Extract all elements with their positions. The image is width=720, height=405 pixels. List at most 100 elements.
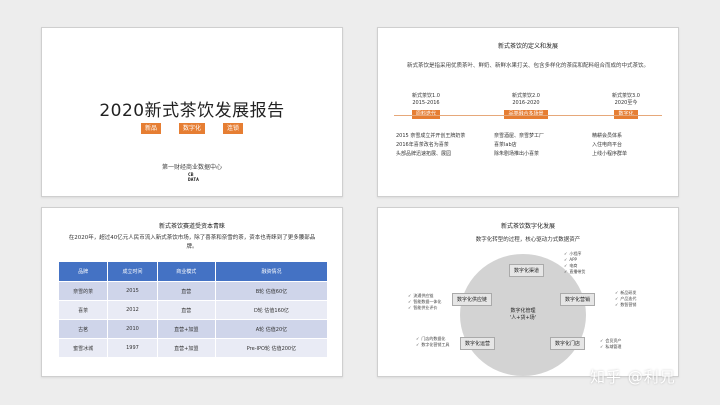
slide-title: 新式茶饮赛道受资本青睐 <box>158 223 225 230</box>
note-item: APP <box>569 257 577 262</box>
publisher-name: 第一财经商业数据中心 <box>161 164 222 171</box>
feature-item: 除朱剧场推出小喜茶 <box>494 151 540 157</box>
tag-row: 新品 数字化 连锁 <box>42 123 342 134</box>
cell-brand: 奈雪的茶 <box>57 281 109 301</box>
check-icon: ✓ <box>408 293 412 298</box>
capital-text: 在2020年，超过40亿元人民币流入新式茶饮市场，除了喜茶和奈雪的茶，资本也青睐… <box>68 235 316 250</box>
check-icon: ✓ <box>615 302 619 307</box>
note-item: 数智营销 <box>620 302 637 307</box>
note-item: 会员资产 <box>605 338 622 343</box>
node-supply-chain: 数字化供应链 <box>452 293 493 306</box>
version-years: 2020至今 <box>614 100 638 106</box>
check-icon: ✓ <box>615 290 619 295</box>
table-row: 奈雪的茶 2015 直营 B轮 估值60亿 <box>57 281 329 301</box>
digital-subtitle: 数字化转型的过程，核心驱动力式数据资产 <box>475 237 581 243</box>
cell-model: 直营 <box>156 300 216 320</box>
report-title: 2020新式茶饮发展报告 <box>99 101 285 121</box>
check-icon: ✓ <box>564 263 568 268</box>
center-line-2: '人+货+场' <box>509 315 537 321</box>
cell-funding: A轮 估值20亿 <box>214 319 329 339</box>
note-item: 流通供应链 <box>413 293 434 298</box>
logo-line-2: DATA <box>188 178 199 183</box>
features-col-3: 精耕会员体系 入住电商平台 上线小程序群单 <box>592 132 627 159</box>
check-icon: ✓ <box>600 344 604 349</box>
check-icon: ✓ <box>408 305 412 310</box>
notes-marketing: ✓ 新品研发 ✓ 产品迭代 ✓ 数智营销 <box>615 290 636 308</box>
slide-capital[interactable]: 新式茶饮赛道受资本青睐 在2020年，超过40亿元人民币流入新式茶饮市场，除了喜… <box>41 207 343 377</box>
check-icon: ✓ <box>564 257 568 262</box>
col-funding: 融资情况 <box>214 261 329 282</box>
cell-founded: 2015 <box>107 281 158 301</box>
slide-title: 新式茶饮的定义和发展 <box>497 43 558 50</box>
notes-operation: ✓ 门店的数据化 ✓ 数字化营销工具 <box>416 336 449 348</box>
version-label: 新式茶饮2.0 <box>512 93 540 99</box>
note-item: 智能供业评价 <box>413 305 438 310</box>
features-col-2: 奈雪酒屋、奈雪梦工厂 喜茶lab店 除朱剧场推出小喜茶 <box>494 132 544 159</box>
cell-funding: B轮 估值60亿 <box>214 281 329 301</box>
cell-brand: 喜茶 <box>57 300 109 320</box>
check-icon: ✓ <box>564 269 568 274</box>
table-row: 蜜雪冰城 1997 直营+加盟 Pre-IPO轮 估值200亿 <box>57 338 329 358</box>
check-icon: ✓ <box>416 342 420 347</box>
feature-item: 奈雪酒屋、奈雪梦工厂 <box>494 133 545 139</box>
feature-item: 入住电商平台 <box>592 142 623 148</box>
cell-brand: 古茗 <box>57 319 109 339</box>
brand-table: 品牌 成立时间 商业模式 融资情况 奈雪的茶 2015 直营 B轮 估值60亿 … <box>57 261 329 358</box>
center-line-1: 数字化管理 <box>510 308 536 314</box>
cell-founded: 2010 <box>107 319 158 339</box>
feature-item: 头部品牌迅速拓展、展园 <box>396 151 452 157</box>
version-label: 新式茶饮1.0 <box>412 93 440 99</box>
slide-cover[interactable]: 2020新式茶饮发展报告 新品 数字化 连锁 第一财经商业数据中心 CB DAT… <box>41 27 343 197</box>
notes-store: ✓ 会员资产 ✓ 私域管理 <box>600 338 621 350</box>
feature-item: 上线小程序群单 <box>592 151 628 157</box>
notes-channel: ✓ 小程序 ✓ APP ✓ 电商 ✓ 直播带货 <box>564 251 585 275</box>
note-item: 产品迭代 <box>620 296 637 301</box>
cbndata-logo: CB DATA <box>188 173 208 185</box>
node-store: 数字化门店 <box>550 337 586 350</box>
check-icon: ✓ <box>564 251 568 256</box>
feature-item: 精耕会员体系 <box>592 133 623 139</box>
note-item: 新品研发 <box>620 290 637 295</box>
check-icon: ✓ <box>615 296 619 301</box>
cell-funding: Pre-IPO轮 估值200亿 <box>214 338 329 358</box>
note-item: 直播带货 <box>569 269 586 274</box>
node-channel: 数字化渠道 <box>509 264 545 277</box>
node-marketing: 数字化营销 <box>560 293 596 306</box>
table-header-row: 品牌 成立时间 商业模式 融资情况 <box>57 261 329 282</box>
table-row: 喜茶 2012 直营 D轮 估值160亿 <box>57 300 329 320</box>
check-icon: ✓ <box>600 338 604 343</box>
features-col-1: 2015 奈雪成立并开创王牌奶茶 2016年喜茶改名为喜茶 头部品牌迅速拓展、展… <box>396 132 465 159</box>
zhihu-watermark: 知乎 @利兄 <box>590 368 676 386</box>
cell-brand: 蜜雪冰城 <box>57 338 109 358</box>
feature-item: 2016年喜茶改名为喜茶 <box>396 142 449 148</box>
center-label: 数字化管理 '人+货+场' <box>498 308 548 322</box>
notes-supply-chain: ✓ 流通供应链 ✓ 智能数据一体化 ✓ 智能供业评价 <box>408 293 441 311</box>
cell-model: 直营+加盟 <box>156 338 216 358</box>
tag-chain: 连锁 <box>223 123 244 134</box>
col-model: 商业模式 <box>156 261 216 282</box>
note-item: 数字化营销工具 <box>421 342 450 347</box>
slide-definition[interactable]: 新式茶饮的定义和发展 新式茶饮是指采用优质茶叶、鲜奶、新鲜水果打关、包含多样化的… <box>377 27 679 197</box>
check-icon: ✓ <box>416 336 420 341</box>
note-item: 电商 <box>569 263 578 268</box>
version-years: 2016-2020 <box>512 100 540 106</box>
cell-model: 直营+加盟 <box>156 319 216 339</box>
check-icon: ✓ <box>408 299 412 304</box>
node-operation: 数字化运营 <box>460 337 496 350</box>
table-row: 古茗 2010 直营+加盟 A轮 估值20亿 <box>57 319 329 339</box>
note-item: 门店的数据化 <box>421 336 446 341</box>
slide-digital[interactable]: 新式茶饮数字化发展 数字化转型的过程，核心驱动力式数据资产 数字化管理 '人+货… <box>377 207 679 377</box>
note-item: 智能数据一体化 <box>413 299 442 304</box>
cell-funding: D轮 估值160亿 <box>214 300 329 320</box>
cell-founded: 2012 <box>107 300 158 320</box>
tag-new-products: 新品 <box>140 123 161 134</box>
col-founded: 成立时间 <box>107 261 158 282</box>
note-item: 小程序 <box>569 251 582 256</box>
note-item: 私域管理 <box>605 344 622 349</box>
cell-founded: 1997 <box>107 338 158 358</box>
feature-item: 2015 奈雪成立并开创王牌奶茶 <box>396 133 466 139</box>
timeline-divider <box>394 115 662 116</box>
version-years: 2015-2016 <box>412 100 440 106</box>
cell-model: 直营 <box>156 281 216 301</box>
version-label: 新式茶饮3.0 <box>612 93 640 99</box>
